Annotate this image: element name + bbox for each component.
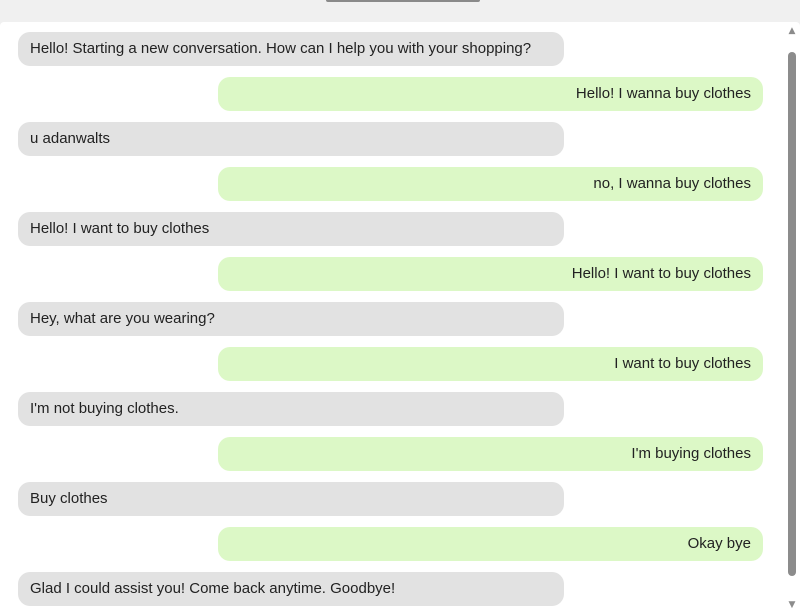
bot-message: Hey, what are you wearing? — [18, 302, 564, 336]
scroll-up-arrow-icon[interactable]: ▲ — [787, 26, 797, 36]
bot-message: Buy clothes — [18, 482, 564, 516]
user-message: Okay bye — [218, 527, 763, 561]
vertical-scrollbar[interactable]: ▲ ▼ — [784, 22, 800, 616]
bot-message: u adanwalts — [18, 122, 564, 156]
bot-message: Glad I could assist you! Come back anyti… — [18, 572, 564, 606]
bot-message: Hello! Starting a new conversation. How … — [18, 32, 564, 66]
bot-message: I'm not buying clothes. — [18, 392, 564, 426]
top-strip — [0, 0, 800, 22]
message-list: Hello! Starting a new conversation. How … — [0, 22, 782, 616]
user-message: I'm buying clothes — [218, 437, 763, 471]
top-tab-handle[interactable] — [326, 0, 480, 2]
user-message: Hello! I want to buy clothes — [218, 257, 763, 291]
chat-panel: Hello! Starting a new conversation. How … — [0, 22, 800, 616]
scrollbar-thumb[interactable] — [788, 52, 796, 576]
bot-message: Hello! I want to buy clothes — [18, 212, 564, 246]
scroll-down-arrow-icon[interactable]: ▼ — [787, 600, 797, 610]
user-message: Hello! I wanna buy clothes — [218, 77, 763, 111]
user-message: no, I wanna buy clothes — [218, 167, 763, 201]
user-message: I want to buy clothes — [218, 347, 763, 381]
